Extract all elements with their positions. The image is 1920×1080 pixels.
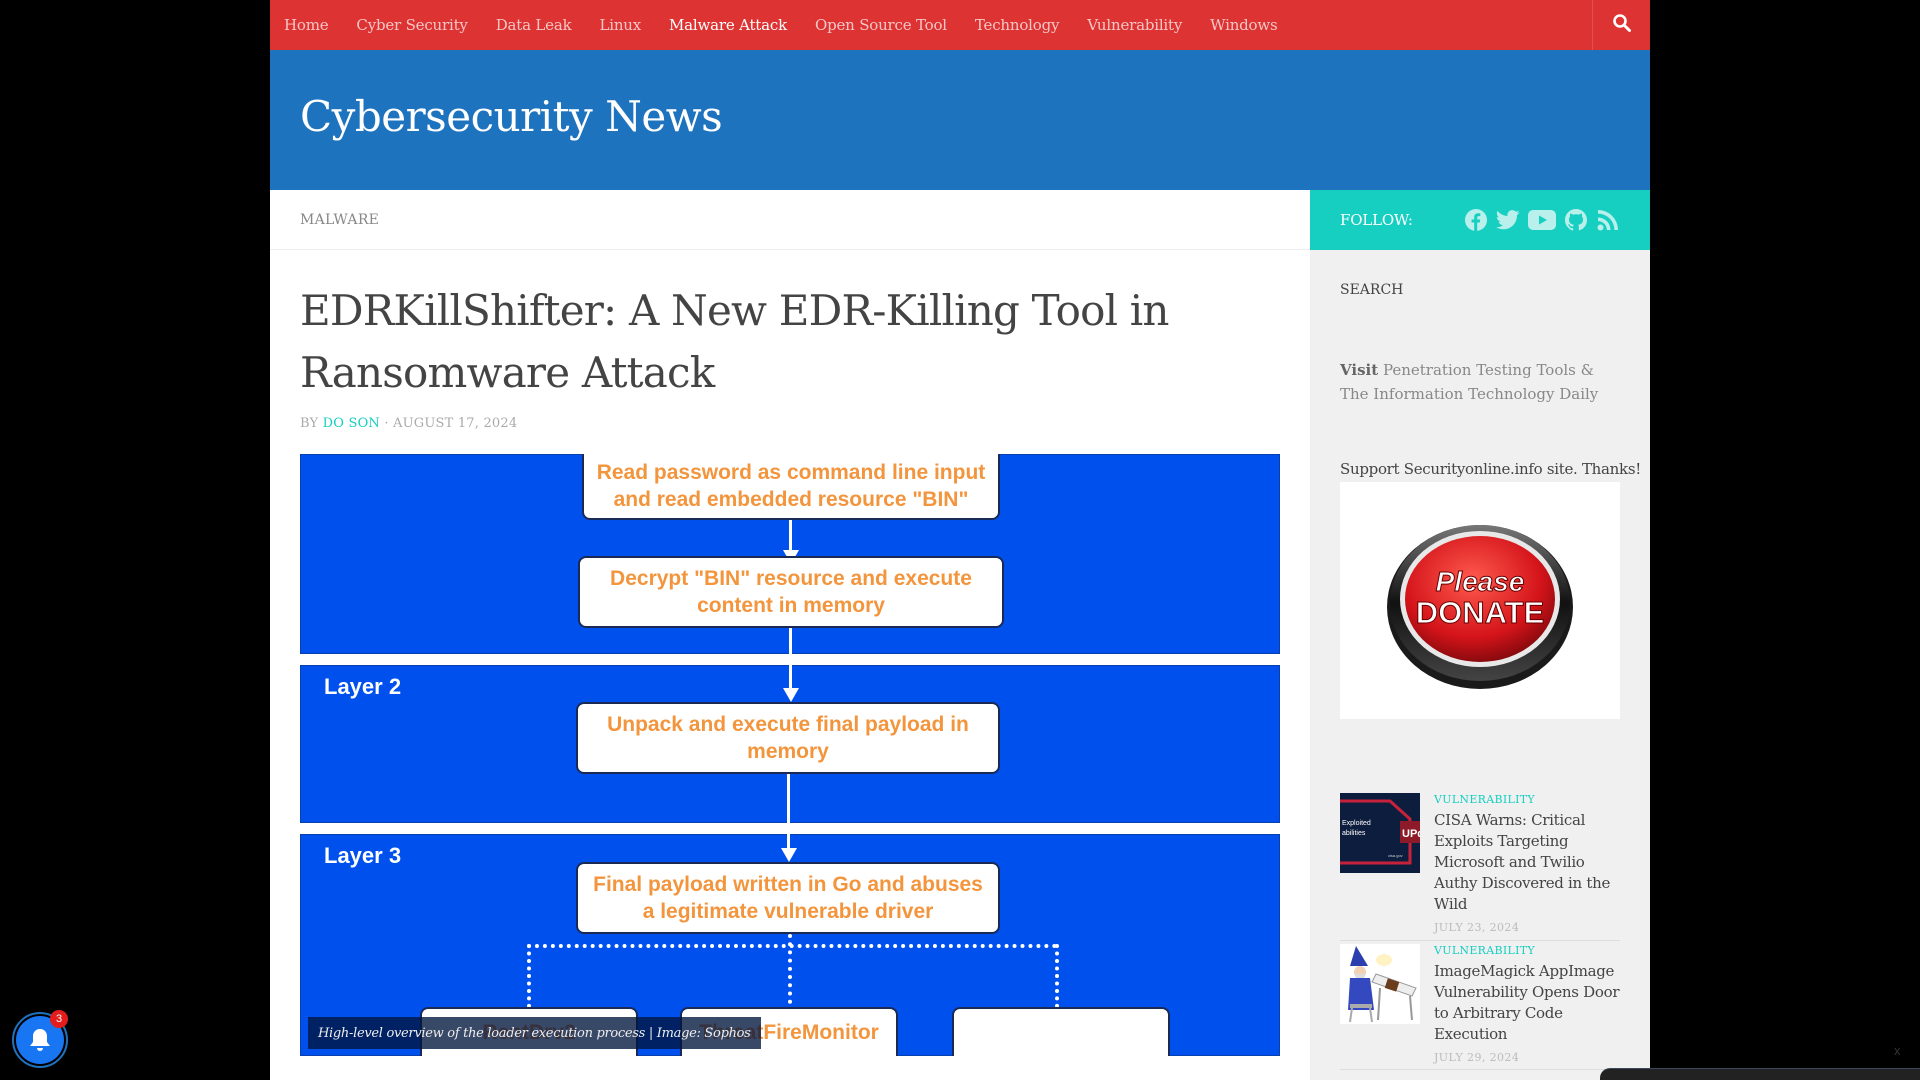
rss-icon[interactable] — [1596, 204, 1620, 236]
post-category[interactable]: VULNERABILITY — [1434, 793, 1624, 806]
bottom-overlay-panel — [1600, 1068, 1920, 1080]
search-widget-title: SEARCH — [1340, 282, 1404, 298]
nav-item-open-source-tool[interactable]: Open Source Tool — [815, 16, 947, 34]
diagram-connector — [787, 774, 790, 836]
close-overlay-button[interactable]: x — [1894, 1043, 1901, 1058]
nav-item-technology[interactable]: Technology — [975, 16, 1060, 34]
visit-widget: Visit Penetration Testing Tools & The In… — [1340, 358, 1620, 406]
diagram-box-read-password: Read password as command line input and … — [582, 454, 1000, 520]
site-title[interactable]: Cybersecurity News — [300, 92, 723, 141]
search-button[interactable] — [1592, 0, 1650, 50]
notification-bell-button[interactable]: 3 — [12, 1010, 68, 1068]
post-date: JULY 23, 2024 — [1434, 921, 1520, 934]
nav-item-data-leak[interactable]: Data Leak — [496, 16, 572, 34]
breadcrumb: MALWARE — [270, 190, 1310, 250]
diagram-connector — [789, 628, 792, 654]
main-nav: Home Cyber Security Data Leak Linux Malw… — [270, 0, 1650, 50]
twitter-icon[interactable] — [1496, 204, 1520, 236]
bell-icon — [30, 1029, 50, 1051]
category-label[interactable]: MALWARE — [300, 212, 379, 228]
svg-text:cisa.gov: cisa.gov — [1388, 853, 1403, 858]
svg-text:DONATE: DONATE — [1416, 595, 1545, 630]
support-text: Support Securityonline.info site. Thanks… — [1340, 460, 1641, 478]
article-title: EDRKillShifter: A New EDR-Killing Tool i… — [300, 286, 1169, 397]
author-link[interactable]: DO SON — [323, 416, 380, 431]
social-links — [1464, 204, 1620, 236]
search-icon — [1612, 13, 1632, 37]
nav-item-vulnerability[interactable]: Vulnerability — [1087, 16, 1182, 34]
post-title-link[interactable]: CISA Warns: Critical Exploits Targeting … — [1434, 810, 1624, 915]
post-thumbnail[interactable] — [1340, 944, 1420, 1024]
svg-text:UPd: UPd — [1402, 828, 1420, 840]
post-date: JULY 29, 2024 — [1434, 1051, 1520, 1064]
donate-button[interactable]: Please DONATE — [1340, 482, 1620, 719]
post-date: AUGUST 17, 2024 — [393, 416, 518, 431]
article-figure: Read password as command line input and … — [300, 454, 1280, 1056]
diagram-box-unpack: Unpack and execute final payload in memo… — [576, 702, 1000, 774]
sidebar: FOLLOW: SEARCH Visit Penetration Testing… — [1310, 190, 1650, 1080]
byline-separator: · — [384, 416, 389, 431]
visit-label: Visit — [1340, 361, 1379, 379]
post-meta: VULNERABILITY ImageMagick AppImage Vulne… — [1434, 944, 1624, 1064]
byline-prefix: BY — [300, 416, 319, 431]
notification-badge: 3 — [50, 1010, 68, 1028]
layer-label: Layer 3 — [324, 843, 402, 868]
wizard-illustration-icon — [1340, 944, 1420, 1024]
sidebar-post: Exploited abilities UPd cisa.gov VULNERA… — [1340, 793, 1620, 941]
diagram-dotted-connector — [1055, 944, 1059, 1008]
follow-bar: FOLLOW: — [1310, 190, 1650, 250]
post-category[interactable]: VULNERABILITY — [1434, 944, 1624, 957]
nav-item-malware-attack[interactable]: Malware Attack — [669, 16, 787, 34]
svg-text:Please: Please — [1436, 566, 1525, 597]
nav-item-linux[interactable]: Linux — [599, 16, 641, 34]
byline: BY DO SON · AUGUST 17, 2024 — [300, 416, 517, 431]
diagram-box-third-driver — [952, 1007, 1170, 1056]
github-icon[interactable] — [1564, 204, 1588, 236]
nav-item-cyber-security[interactable]: Cyber Security — [356, 16, 467, 34]
diagram-box-decrypt: Decrypt "BIN" resource and execute conte… — [578, 556, 1004, 628]
layer-label: Layer 2 — [324, 674, 402, 699]
nav-item-windows[interactable]: Windows — [1210, 16, 1278, 34]
youtube-icon[interactable] — [1528, 204, 1556, 236]
visit-link[interactable]: Penetration Testing Tools & The Informat… — [1340, 361, 1598, 403]
post-title-link[interactable]: ImageMagick AppImage Vulnerability Opens… — [1434, 961, 1624, 1045]
diagram-dotted-connector — [527, 944, 531, 1008]
donate-icon: Please DONATE — [1387, 524, 1573, 689]
follow-label: FOLLOW: — [1340, 211, 1413, 229]
svg-text:Exploited: Exploited — [1342, 820, 1371, 827]
diagram-arrow — [783, 688, 799, 702]
diagram-box-final-payload: Final payload written in Go and abuses a… — [576, 862, 1000, 934]
diagram-dotted-connector — [527, 944, 1057, 948]
facebook-icon[interactable] — [1464, 204, 1488, 236]
nav-item-home[interactable]: Home — [284, 16, 329, 34]
post-meta: VULNERABILITY CISA Warns: Critical Explo… — [1434, 793, 1624, 934]
figure-caption: High-level overview of the loader execut… — [308, 1017, 761, 1049]
page-wrapper: Home Cyber Security Data Leak Linux Malw… — [270, 0, 1650, 1080]
main-content: MALWARE EDRKillShifter: A New EDR-Killin… — [270, 190, 1310, 1080]
post-thumbnail[interactable]: Exploited abilities UPd cisa.gov — [1340, 793, 1420, 873]
svg-text:abilities: abilities — [1342, 830, 1366, 837]
sidebar-post: VULNERABILITY ImageMagick AppImage Vulne… — [1340, 944, 1620, 1070]
site-header: Cybersecurity News — [270, 50, 1650, 190]
diagram-arrow — [781, 848, 797, 862]
